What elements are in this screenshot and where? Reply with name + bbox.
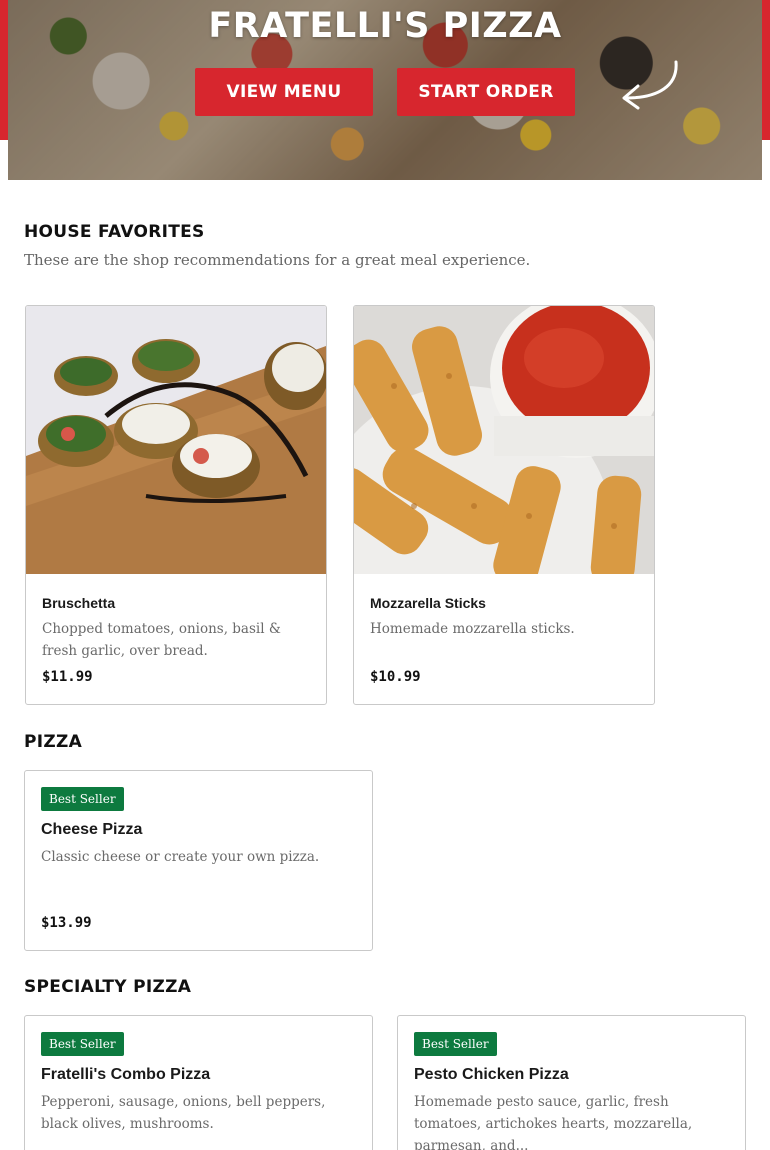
restaurant-title: FRATELLI'S PIZZA [208, 6, 562, 46]
menu-item-description: Chopped tomatoes, onions, basil & fresh … [42, 621, 281, 659]
start-order-button[interactable]: START ORDER [397, 68, 575, 116]
section-description: These are the shop recommendations for a… [24, 251, 531, 269]
menu-item-name: Bruschetta [42, 595, 116, 611]
menu-item-name: Fratelli's Combo Pizza [41, 1066, 211, 1083]
menu-item-card-bruschetta[interactable]: Bruschetta Chopped tomatoes, onions, bas… [25, 305, 327, 705]
menu-item-name: Pesto Chicken Pizza [414, 1066, 569, 1083]
section-title-pizza: PIZZA [24, 732, 83, 752]
mozzarella-sticks-photo [354, 306, 654, 574]
menu-item-name: Mozzarella Sticks [370, 595, 486, 611]
menu-item-description: Homemade mozzarella sticks. [370, 621, 575, 637]
section-title-specialty-pizza: SPECIALTY PIZZA [24, 977, 192, 997]
menu-item-price: $11.99 [42, 669, 93, 685]
menu-item-name: Cheese Pizza [41, 821, 143, 838]
menu-item-card-cheese-pizza[interactable]: Best Seller Cheese Pizza Classic cheese … [24, 770, 373, 951]
section-title-house-favorites: HOUSE FAVORITES [24, 222, 205, 242]
best-seller-badge: Best Seller [414, 1032, 497, 1056]
menu-item-card-fratellis-combo-pizza[interactable]: Best Seller Fratelli's Combo Pizza Peppe… [24, 1015, 373, 1150]
menu-item-description: Classic cheese or create your own pizza. [41, 849, 320, 865]
menu-item-description: Pepperoni, sausage, onions, bell peppers… [41, 1094, 326, 1132]
best-seller-badge: Best Seller [41, 787, 124, 811]
menu-item-card-pesto-chicken-pizza[interactable]: Best Seller Pesto Chicken Pizza Homemade… [397, 1015, 746, 1150]
best-seller-badge: Best Seller [41, 1032, 124, 1056]
menu-item-card-mozzarella-sticks[interactable]: Mozzarella Sticks Homemade mozzarella st… [353, 305, 655, 705]
view-menu-button[interactable]: VIEW MENU [195, 68, 373, 116]
menu-item-price: $10.99 [370, 669, 421, 685]
curved-arrow-icon [622, 60, 678, 110]
menu-item-price: $13.99 [41, 915, 92, 931]
menu-item-description: Homemade pesto sauce, garlic, fresh toma… [414, 1094, 693, 1150]
bruschetta-photo [26, 306, 326, 574]
